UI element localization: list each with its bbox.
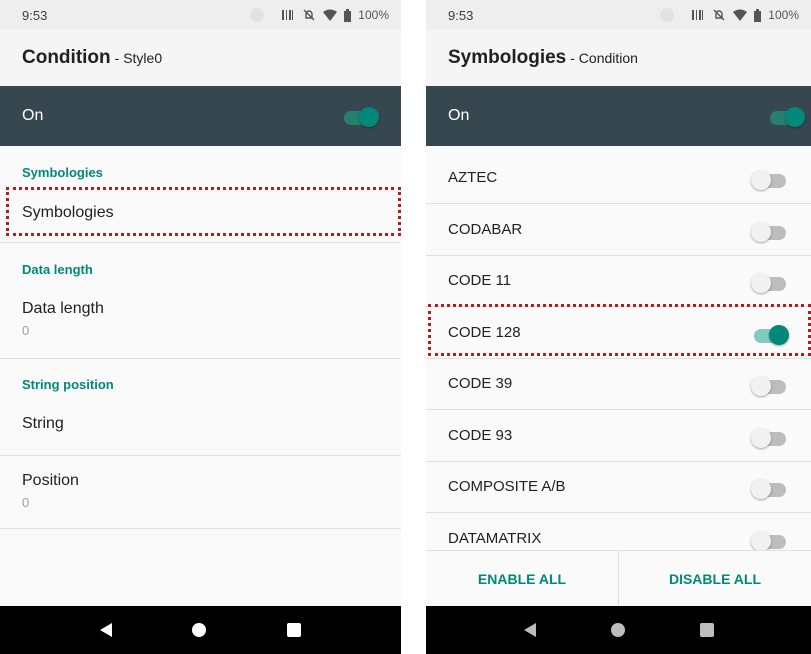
mute-icon (712, 8, 726, 22)
symbology-row[interactable]: CODE 11 (426, 256, 811, 307)
section-header-string-position: String position (22, 377, 114, 392)
bulk-action-bar: ENABLE ALL DISABLE ALL (426, 550, 811, 606)
wifi-icon (323, 9, 338, 21)
page-title: Condition (22, 47, 111, 68)
master-toggle-switch[interactable] (341, 105, 379, 127)
highlight-box-symbologies (6, 187, 401, 236)
mute-icon (302, 8, 316, 22)
enable-all-button[interactable]: ENABLE ALL (426, 551, 618, 606)
battery-icon (754, 8, 762, 22)
section-header-data-length: Data length (22, 262, 93, 277)
status-bar: 9:53 100% (426, 0, 811, 30)
home-icon[interactable] (192, 623, 207, 637)
symbology-label: CODE 93 (448, 426, 513, 444)
page-subtitle: - Condition (570, 50, 638, 66)
symbology-row[interactable]: CODE 39 (426, 359, 811, 410)
status-time: 9:53 (22, 7, 48, 23)
symbology-label: COMPOSITE A/B (448, 478, 566, 495)
app-bar: Condition - Style0 (0, 30, 401, 86)
disable-all-button[interactable]: DISABLE ALL (619, 551, 811, 606)
app-bar: Symbologies - Condition (426, 30, 811, 86)
home-icon[interactable] (610, 623, 625, 637)
data-length-preference[interactable]: Data length (22, 300, 104, 318)
symbology-row[interactable]: COMPOSITE A/B (426, 462, 811, 513)
symbology-label: CODABAR (448, 220, 523, 238)
master-switch-label: On (448, 107, 470, 124)
symbology-row[interactable]: CODE 93 (426, 411, 811, 462)
recents-icon[interactable] (286, 623, 301, 637)
divider (0, 242, 401, 243)
battery-icon (344, 8, 352, 22)
symbology-label: DATAMATRIX (448, 529, 542, 547)
section-header-symbologies: Symbologies (22, 165, 103, 180)
page-title: Symbologies (448, 47, 567, 68)
symbology-toggle-switch[interactable] (751, 220, 789, 242)
recents-icon[interactable] (699, 623, 714, 637)
wifi-icon (733, 9, 748, 21)
page-subtitle: - Style0 (114, 50, 163, 66)
back-icon[interactable] (100, 623, 113, 637)
battery-percent: 100% (358, 8, 389, 22)
highlight-box-code128 (428, 304, 811, 356)
notification-dot-icon (250, 8, 265, 22)
notification-dot-icon (660, 8, 675, 22)
master-switch-bar[interactable]: On (426, 86, 811, 146)
symbology-toggle-switch[interactable] (751, 426, 789, 448)
scanner-icon (281, 9, 295, 21)
navigation-bar (0, 606, 401, 654)
navigation-bar (426, 606, 811, 654)
master-toggle-switch[interactable] (767, 105, 805, 127)
divider (0, 358, 401, 359)
status-time: 9:53 (448, 7, 474, 23)
symbology-toggle-switch[interactable] (751, 529, 789, 551)
symbologies-screen: 9:53 100% Symbologies - Condition On AZT… (426, 0, 811, 654)
scanner-icon (691, 9, 705, 21)
symbology-toggle-switch[interactable] (751, 168, 789, 190)
string-preference[interactable]: String (22, 415, 64, 433)
symbology-toggle-switch[interactable] (751, 271, 789, 293)
symbology-label: CODE 39 (448, 375, 513, 392)
data-length-value: 0 (22, 323, 30, 338)
symbology-label: AZTEC (448, 169, 498, 186)
divider (0, 455, 401, 456)
master-switch-bar[interactable]: On (0, 86, 401, 146)
symbology-toggle-switch[interactable] (751, 374, 789, 396)
symbology-row[interactable]: CODABAR (426, 205, 811, 256)
status-bar: 9:53 100% (0, 0, 401, 30)
symbology-label: CODE 11 (448, 272, 512, 289)
position-value: 0 (22, 495, 30, 510)
symbology-row[interactable]: AZTEC (426, 153, 811, 204)
symbology-toggle-switch[interactable] (751, 477, 789, 499)
position-preference[interactable]: Position (22, 472, 79, 490)
divider (0, 528, 401, 529)
back-icon[interactable] (523, 623, 536, 637)
battery-percent: 100% (768, 8, 799, 22)
condition-screen: 9:53 100% Condition - Style0 On Symbolog… (0, 0, 401, 654)
